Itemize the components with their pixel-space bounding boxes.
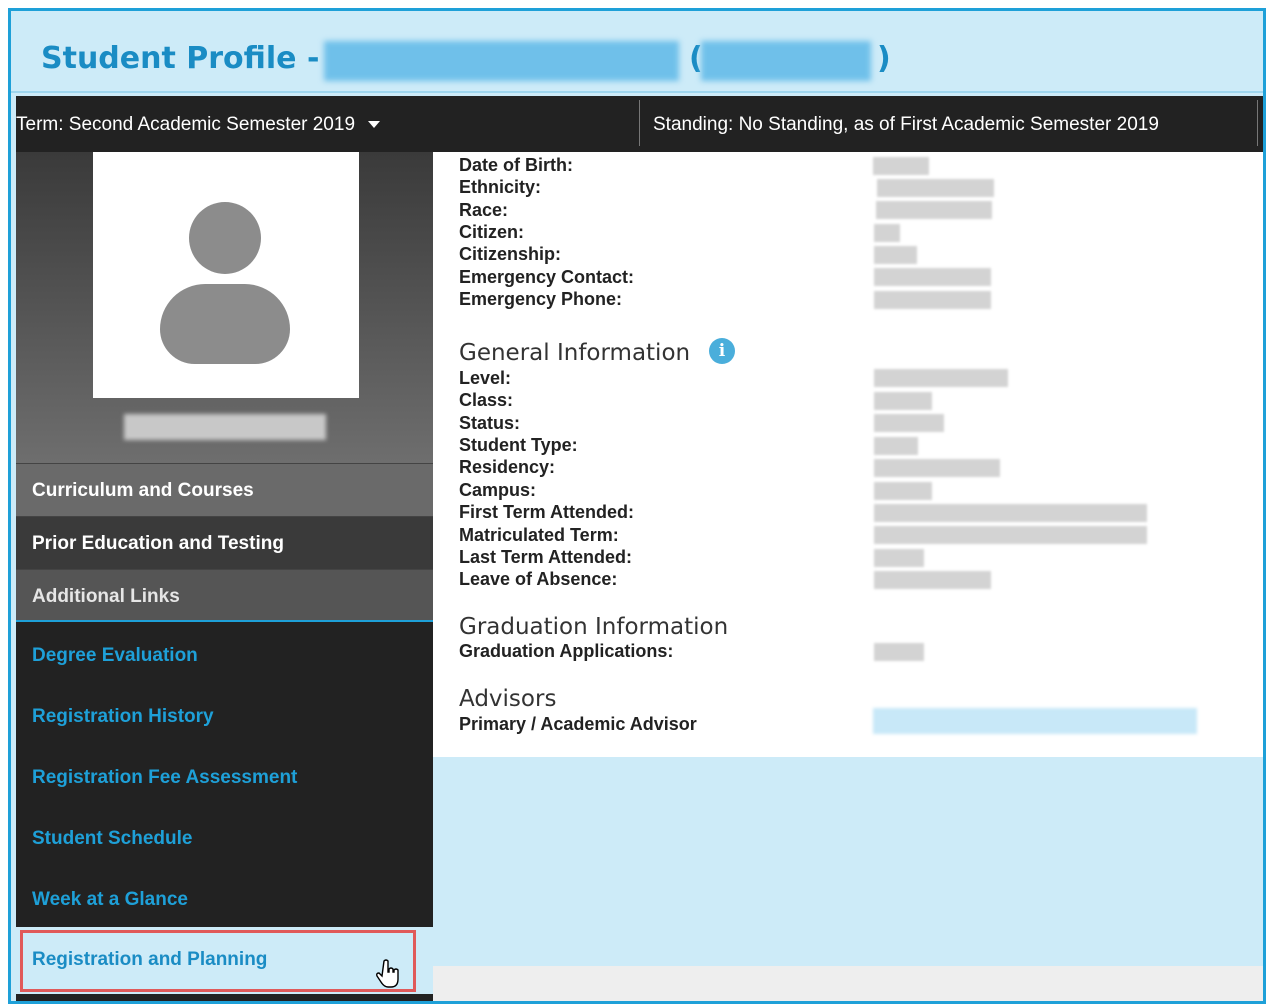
- emergency-phone-label: Emergency Phone:: [459, 289, 623, 309]
- student-type-value: [874, 437, 918, 455]
- leave-of-absence-value: [874, 571, 991, 589]
- race-label: Race:: [459, 200, 509, 220]
- standing-label: Standing:: [653, 114, 734, 135]
- hand-pointer-icon: [376, 959, 399, 988]
- campus-value: [874, 482, 932, 500]
- first-term-attended-label: First Term Attended:: [459, 502, 635, 522]
- emergency-contact-value: [874, 268, 991, 286]
- status-label: Status:: [459, 413, 521, 433]
- profile-card: [16, 152, 433, 463]
- citizenship-value: [874, 246, 917, 264]
- standing-value: No Standing, as of First Academic Semest…: [738, 114, 1159, 135]
- date-of-birth-label: Date of Birth:: [459, 155, 573, 175]
- term-label: Term:: [16, 114, 64, 135]
- citizenship-label: Citizenship:: [459, 244, 561, 264]
- last-term-attended-value: [874, 549, 924, 567]
- additional-links-heading: Additional Links: [16, 569, 433, 622]
- standing-info: Standing: No Standing, as of First Acade…: [653, 114, 1159, 136]
- student-profile-window: Student Profile - ( ) Term: Second Acade…: [8, 8, 1266, 1004]
- profile-photo: [93, 152, 359, 398]
- graduation-applications-label: Graduation Applications:: [459, 641, 674, 661]
- term-standing-bar: Term: Second Academic Semester 2019 Stan…: [16, 96, 1263, 152]
- divider: [1257, 100, 1258, 146]
- campus-label: Campus:: [459, 480, 537, 500]
- graduation-applications-value: [874, 643, 924, 661]
- term-value: Second Academic Semester 2019: [68, 114, 356, 135]
- registration-planning-item[interactable]: Registration and Planning: [16, 927, 433, 994]
- advisors-heading: Advisors: [459, 686, 557, 712]
- class-label: Class:: [459, 390, 514, 410]
- caret-down-icon: [368, 121, 381, 129]
- sidebar: Curriculum and Courses Prior Education a…: [16, 152, 433, 1001]
- status-value: [874, 414, 944, 432]
- term-selector[interactable]: Term: Second Academic Semester 2019: [16, 114, 381, 136]
- citizen-label: Citizen:: [459, 222, 524, 242]
- student-type-label: Student Type:: [459, 435, 578, 455]
- general-information-heading: General Information: [459, 340, 691, 366]
- graduation-information-heading: Graduation Information: [459, 614, 729, 640]
- degree-evaluation-link[interactable]: Degree Evaluation: [32, 645, 198, 667]
- residency-value: [874, 459, 1000, 477]
- prior-education-button[interactable]: Prior Education and Testing: [16, 516, 433, 569]
- leave-of-absence-label: Leave of Absence:: [459, 569, 618, 589]
- id-paren-close: ): [877, 41, 891, 76]
- residency-label: Residency:: [459, 457, 556, 477]
- registration-history-link[interactable]: Registration History: [32, 706, 214, 728]
- curriculum-courses-button[interactable]: Curriculum and Courses: [16, 463, 433, 516]
- level-label: Level:: [459, 368, 512, 388]
- primary-advisor-label: Primary / Academic Advisor: [459, 714, 697, 734]
- class-value: [874, 392, 932, 410]
- citizen-value: [874, 224, 900, 242]
- matriculated-term-value: [874, 526, 1147, 544]
- student-schedule-link[interactable]: Student Schedule: [32, 828, 192, 850]
- divider: [639, 100, 640, 146]
- page-title: Student Profile -: [41, 41, 320, 76]
- date-of-birth-value: [873, 157, 929, 175]
- ethnicity-value: [877, 179, 994, 197]
- last-term-attended-label: Last Term Attended:: [459, 547, 633, 567]
- student-id-redacted: [701, 41, 871, 81]
- race-value: [876, 201, 992, 219]
- ethnicity-label: Ethnicity:: [459, 177, 542, 197]
- student-name-redacted: [124, 414, 326, 440]
- page-header: Student Profile - ( ): [11, 11, 1263, 93]
- registration-fee-assessment-link[interactable]: Registration Fee Assessment: [32, 767, 297, 789]
- footer-strip: [433, 966, 1263, 1001]
- emergency-phone-value: [874, 291, 991, 309]
- registration-planning-link[interactable]: Registration and Planning: [32, 949, 267, 971]
- emergency-contact-label: Emergency Contact:: [459, 267, 635, 287]
- info-icon[interactable]: i: [709, 338, 735, 364]
- level-value: [874, 369, 1008, 387]
- week-at-a-glance-link[interactable]: Week at a Glance: [32, 889, 188, 911]
- profile-details: Date of Birth: Ethnicity: Race: Citizen:…: [433, 152, 1263, 757]
- student-name-redacted: [324, 41, 679, 81]
- matriculated-term-label: Matriculated Term:: [459, 525, 619, 545]
- first-term-attended-value: [874, 504, 1147, 522]
- primary-advisor-link[interactable]: [873, 708, 1197, 734]
